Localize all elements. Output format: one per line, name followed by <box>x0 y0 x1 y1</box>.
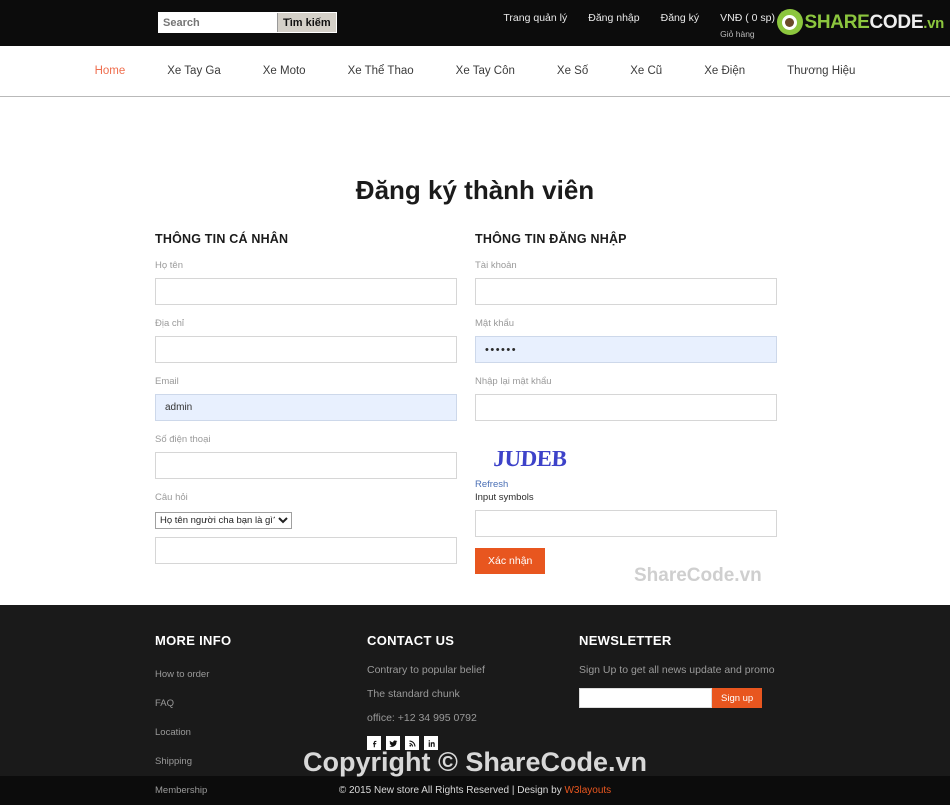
fullname-field: Họ tên <box>155 260 457 305</box>
main-content: Đăng ký thành viên THÔNG TIN CÁ NHÂN Họ … <box>0 97 950 605</box>
phone-field: Số điện thoại <box>155 434 457 479</box>
more-info-title: MORE INFO <box>155 633 232 648</box>
registration-form: THÔNG TIN CÁ NHÂN Họ tên Địa chỉ Email S… <box>155 206 795 577</box>
search-box[interactable]: Tìm kiếm <box>158 12 337 33</box>
address-input[interactable] <box>155 336 457 363</box>
sharecode-logo: SHARECODE.vn <box>776 9 945 35</box>
footer-more-info: MORE INFO How to order FAQ Location Ship… <box>155 633 367 809</box>
nav-list: Home Xe Tay Ga Xe Moto Xe Thể Thao Xe Ta… <box>74 65 877 77</box>
more-info-link-shipping[interactable]: Shipping <box>155 756 192 767</box>
personal-info-title: THÔNG TIN CÁ NHÂN <box>155 232 289 246</box>
nav-item-xe-cu[interactable]: Xe Cũ <box>609 65 683 77</box>
newsletter-title: NEWSLETTER <box>579 633 672 648</box>
page-title: Đăng ký thành viên <box>355 175 595 205</box>
header-link-register[interactable]: Đăng ký <box>661 11 700 25</box>
cart-sub-label: Giỏ hàng <box>720 29 755 39</box>
address-field: Địa chỉ <box>155 318 457 363</box>
password-label: Mật khẩu <box>475 318 515 329</box>
username-field: Tài khoản <box>475 260 777 305</box>
captcha-image: JUDEB <box>475 441 585 477</box>
nav-item-xe-the-thao[interactable]: Xe Thể Thao <box>327 65 435 77</box>
linkedin-icon[interactable] <box>424 736 438 750</box>
personal-info-column: THÔNG TIN CÁ NHÂN Họ tên Địa chỉ Email S… <box>155 232 457 577</box>
question-field: Câu hỏi Họ tên người cha bạn là gì? <box>155 492 457 564</box>
list-item: Shipping <box>155 751 367 769</box>
repassword-field: Nhập lại mật khẩu <box>475 376 777 421</box>
twitter-icon[interactable] <box>386 736 400 750</box>
email-label: Email <box>155 376 179 387</box>
newsletter-signup-button[interactable]: Sign up <box>712 688 763 708</box>
email-field: Email <box>155 376 457 421</box>
cart-amount[interactable]: VNĐ ( 0 sp) <box>720 11 775 25</box>
cart-summary[interactable]: VNĐ ( 0 sp) Giỏ hàng <box>720 11 775 41</box>
nav-item-home[interactable]: Home <box>74 65 147 77</box>
fullname-label: Họ tên <box>155 260 183 271</box>
footer-contact: CONTACT US Contrary to popular belief Th… <box>367 633 579 809</box>
nav-item-xe-tay-ga[interactable]: Xe Tay Ga <box>146 65 242 77</box>
more-info-link-faq[interactable]: FAQ <box>155 698 174 709</box>
main-navigation: Home Xe Tay Ga Xe Moto Xe Thể Thao Xe Ta… <box>0 46 950 97</box>
contact-line-2: The standard chunk <box>367 688 460 700</box>
username-input[interactable] <box>475 278 777 305</box>
newsletter-input[interactable] <box>579 688 712 708</box>
nav-item-xe-tay-con[interactable]: Xe Tay Côn <box>435 65 536 77</box>
repassword-input[interactable] <box>475 394 777 421</box>
sharecode-logo-text: SHARECODE.vn <box>804 11 945 33</box>
fullname-input[interactable] <box>155 278 457 305</box>
list-item: FAQ <box>155 693 367 711</box>
submit-button[interactable]: Xác nhận <box>475 548 546 574</box>
captcha-text: JUDEB <box>492 446 568 471</box>
facebook-icon[interactable] <box>367 736 381 750</box>
search-input[interactable] <box>159 13 277 32</box>
email-input[interactable] <box>155 394 457 421</box>
list-item: How to order <box>155 664 367 682</box>
contact-title: CONTACT US <box>367 633 455 648</box>
footer: MORE INFO How to order FAQ Location Ship… <box>0 605 950 796</box>
captcha-refresh-link[interactable]: Refresh <box>475 479 777 490</box>
nav-item-thuong-hieu[interactable]: Thương Hiệu <box>766 65 876 77</box>
header-link-admin[interactable]: Trang quản lý <box>503 11 567 25</box>
contact-line-3: office: +12 34 995 0792 <box>367 712 477 724</box>
more-info-link-how-to-order[interactable]: How to order <box>155 669 209 680</box>
repassword-label: Nhập lại mật khẩu <box>475 376 552 387</box>
phone-label: Số điện thoại <box>155 434 211 445</box>
nav-item-xe-so[interactable]: Xe Số <box>536 65 609 77</box>
nav-item-xe-dien[interactable]: Xe Điện <box>683 65 766 77</box>
sharecode-logo-icon <box>776 9 803 35</box>
username-label: Tài khoản <box>475 260 517 271</box>
list-item: Location <box>155 722 367 740</box>
contact-line-1: Contrary to popular belief <box>367 664 485 676</box>
rss-icon[interactable] <box>405 736 419 750</box>
password-input[interactable] <box>475 336 777 363</box>
nav-item-xe-moto[interactable]: Xe Moto <box>242 65 327 77</box>
captcha-input-label: Input symbols <box>475 492 534 503</box>
answer-input[interactable] <box>155 537 457 564</box>
list-item: Membership <box>155 780 367 798</box>
newsletter-form: Sign up <box>579 688 795 708</box>
more-info-link-location[interactable]: Location <box>155 727 191 738</box>
account-info-title: THÔNG TIN ĐĂNG NHẬP <box>475 232 627 246</box>
question-select[interactable]: Họ tên người cha bạn là gì? <box>155 512 292 529</box>
phone-input[interactable] <box>155 452 457 479</box>
header-links: Trang quản lý Đăng nhập Đăng ký VNĐ ( 0 … <box>503 11 775 41</box>
footer-newsletter: NEWSLETTER Sign Up to get all news updat… <box>579 633 795 809</box>
captcha-input[interactable] <box>475 510 777 537</box>
question-label: Câu hỏi <box>155 492 188 503</box>
search-button[interactable]: Tìm kiếm <box>277 13 336 32</box>
more-info-list: How to order FAQ Location Shipping Membe… <box>155 664 367 798</box>
address-label: Địa chỉ <box>155 318 185 329</box>
captcha-block: JUDEB Refresh Input symbols Xác nhận <box>475 441 777 574</box>
social-links <box>367 736 579 750</box>
top-header: Tìm kiếm Trang quản lý Đăng nhập Đăng ký… <box>0 0 950 46</box>
newsletter-description: Sign Up to get all news update and promo <box>579 664 775 676</box>
more-info-link-membership[interactable]: Membership <box>155 785 207 796</box>
account-info-column: THÔNG TIN ĐĂNG NHẬP Tài khoản Mật khẩu N… <box>475 232 777 577</box>
header-link-login[interactable]: Đăng nhập <box>588 11 639 25</box>
password-field: Mật khẩu <box>475 318 777 363</box>
